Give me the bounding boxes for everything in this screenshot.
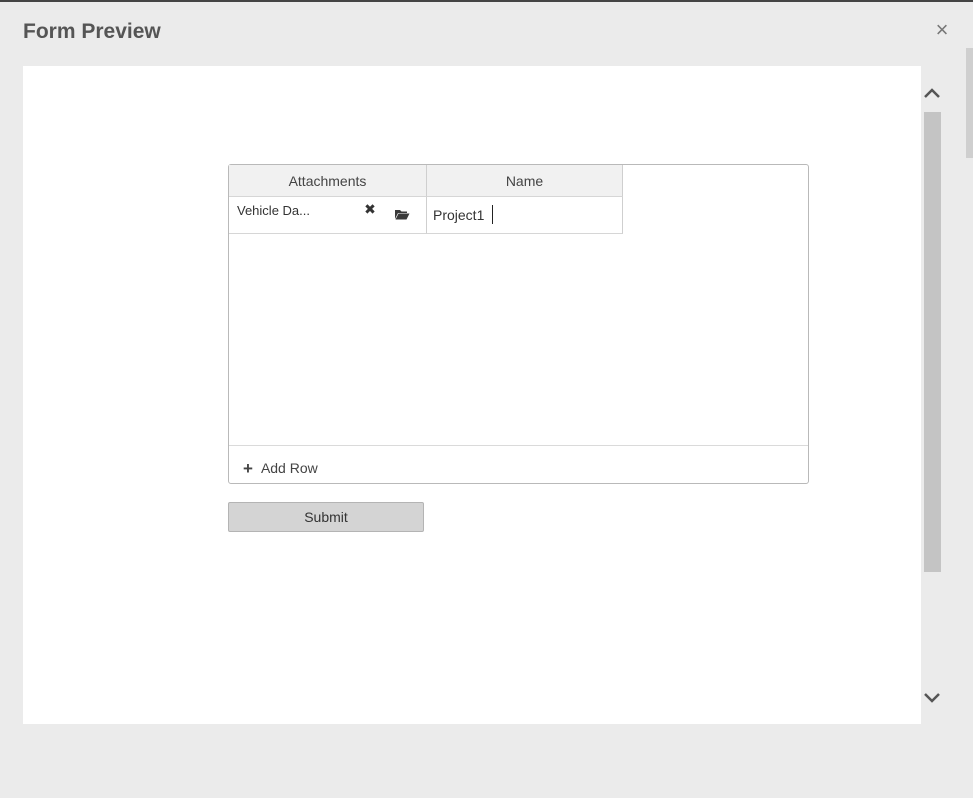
plus-icon: + — [243, 458, 253, 478]
add-row-label: Add Row — [260, 460, 318, 476]
name-cell[interactable] — [427, 197, 623, 234]
attachment-filename[interactable]: Vehicle Da... — [237, 203, 310, 218]
submit-button[interactable]: Submit — [228, 502, 424, 532]
add-row-button[interactable]: + Add Row — [243, 458, 318, 478]
close-icon[interactable]: × — [930, 17, 954, 43]
chevron-down-icon[interactable] — [922, 687, 942, 707]
attachment-cell[interactable]: Vehicle Da... ✖ — [229, 197, 427, 234]
text-caret — [492, 205, 493, 224]
folder-open-icon[interactable] — [394, 207, 410, 220]
scrollbar-thumb[interactable] — [924, 112, 941, 572]
dialog-title: Form Preview — [23, 20, 161, 43]
name-input[interactable] — [433, 206, 603, 224]
column-header-attachments[interactable]: Attachments — [229, 165, 427, 197]
chevron-up-icon[interactable] — [922, 84, 942, 104]
window-edge-shadow — [966, 48, 973, 158]
remove-icon[interactable]: ✖ — [363, 202, 377, 216]
attachments-grid: Attachments Name Vehicle Da... ✖ + Add R… — [228, 164, 809, 484]
column-header-name[interactable]: Name — [427, 165, 623, 197]
grid-footer-divider — [229, 445, 808, 446]
